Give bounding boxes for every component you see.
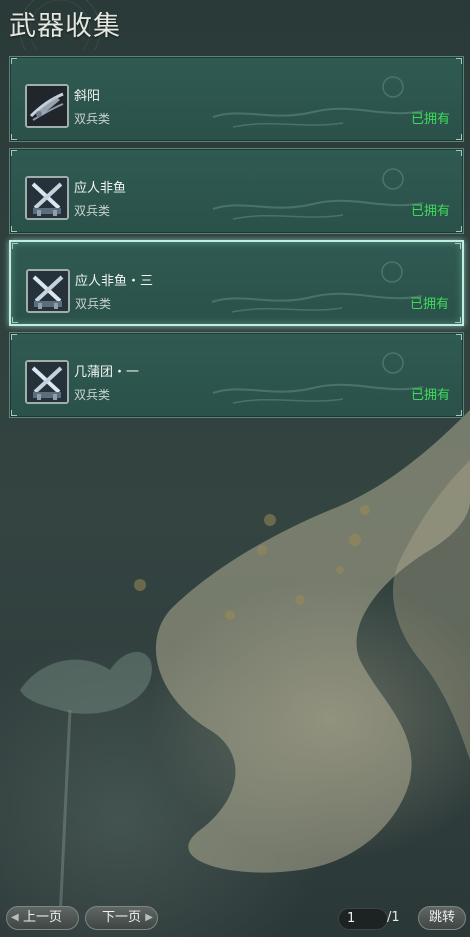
crossed-blades-icon bbox=[25, 360, 69, 404]
weapon-type: 双兵类 bbox=[74, 112, 111, 126]
weapon-name: 应人非鱼 bbox=[74, 181, 127, 196]
cloud-pattern bbox=[212, 76, 424, 128]
corner-ornament bbox=[456, 410, 462, 416]
corner-ornament bbox=[455, 243, 461, 249]
weapon-list-item[interactable]: 斜阳 双兵类 已拥有 bbox=[9, 56, 464, 142]
owned-status: 已拥有 bbox=[410, 112, 450, 127]
page-total: /1 bbox=[387, 910, 400, 925]
crossed-blades-icon bbox=[25, 176, 69, 220]
corner-ornament bbox=[11, 58, 17, 64]
bow-weapon-icon bbox=[25, 84, 69, 128]
page-number-input[interactable]: 1 bbox=[338, 908, 388, 930]
weapon-name: 斜阳 bbox=[74, 89, 101, 104]
prev-page-button[interactable]: ◀ 上一页 bbox=[6, 906, 79, 930]
cloud-pattern bbox=[211, 261, 423, 313]
chevron-left-icon: ◀ bbox=[11, 912, 19, 923]
corner-ornament bbox=[11, 134, 17, 140]
weapon-type: 双兵类 bbox=[74, 388, 111, 402]
jump-button[interactable]: 跳转 bbox=[418, 906, 466, 930]
cloud-pattern bbox=[212, 168, 424, 220]
owned-status: 已拥有 bbox=[410, 204, 450, 219]
corner-ornament bbox=[456, 134, 462, 140]
owned-status: 已拥有 bbox=[410, 388, 450, 403]
weapon-list-item[interactable]: 几蒲团・一 双兵类 已拥有 bbox=[9, 332, 464, 418]
next-page-label: 下一页 bbox=[101, 910, 141, 925]
prev-page-label: 上一页 bbox=[22, 910, 62, 925]
background-artwork bbox=[20, 410, 470, 920]
crossed-blades-icon bbox=[26, 269, 70, 313]
jump-label: 跳转 bbox=[428, 910, 455, 925]
weapon-list-item[interactable]: 应人非鱼・三 双兵类 已拥有 bbox=[9, 240, 464, 326]
chevron-right-icon: ▶ bbox=[145, 912, 153, 923]
weapon-type: 双兵类 bbox=[75, 297, 112, 311]
page-title: 武器收集 bbox=[9, 11, 121, 42]
weapon-name: 几蒲团・一 bbox=[74, 365, 140, 380]
corner-ornament bbox=[11, 334, 17, 340]
corner-ornament bbox=[456, 334, 462, 340]
corner-ornament bbox=[455, 317, 461, 323]
corner-ornament bbox=[12, 317, 18, 323]
weapon-list-item[interactable]: 应人非鱼 双兵类 已拥有 bbox=[9, 148, 464, 234]
corner-ornament bbox=[12, 243, 18, 249]
owned-status: 已拥有 bbox=[409, 297, 449, 312]
corner-ornament bbox=[11, 150, 17, 156]
corner-ornament bbox=[456, 226, 462, 232]
corner-ornament bbox=[11, 410, 17, 416]
corner-ornament bbox=[456, 58, 462, 64]
next-page-button[interactable]: 下一页 ▶ bbox=[85, 906, 158, 930]
weapon-type: 双兵类 bbox=[74, 204, 111, 218]
weapon-name: 应人非鱼・三 bbox=[75, 274, 154, 289]
corner-ornament bbox=[11, 226, 17, 232]
cloud-pattern bbox=[212, 352, 424, 404]
corner-ornament bbox=[456, 150, 462, 156]
